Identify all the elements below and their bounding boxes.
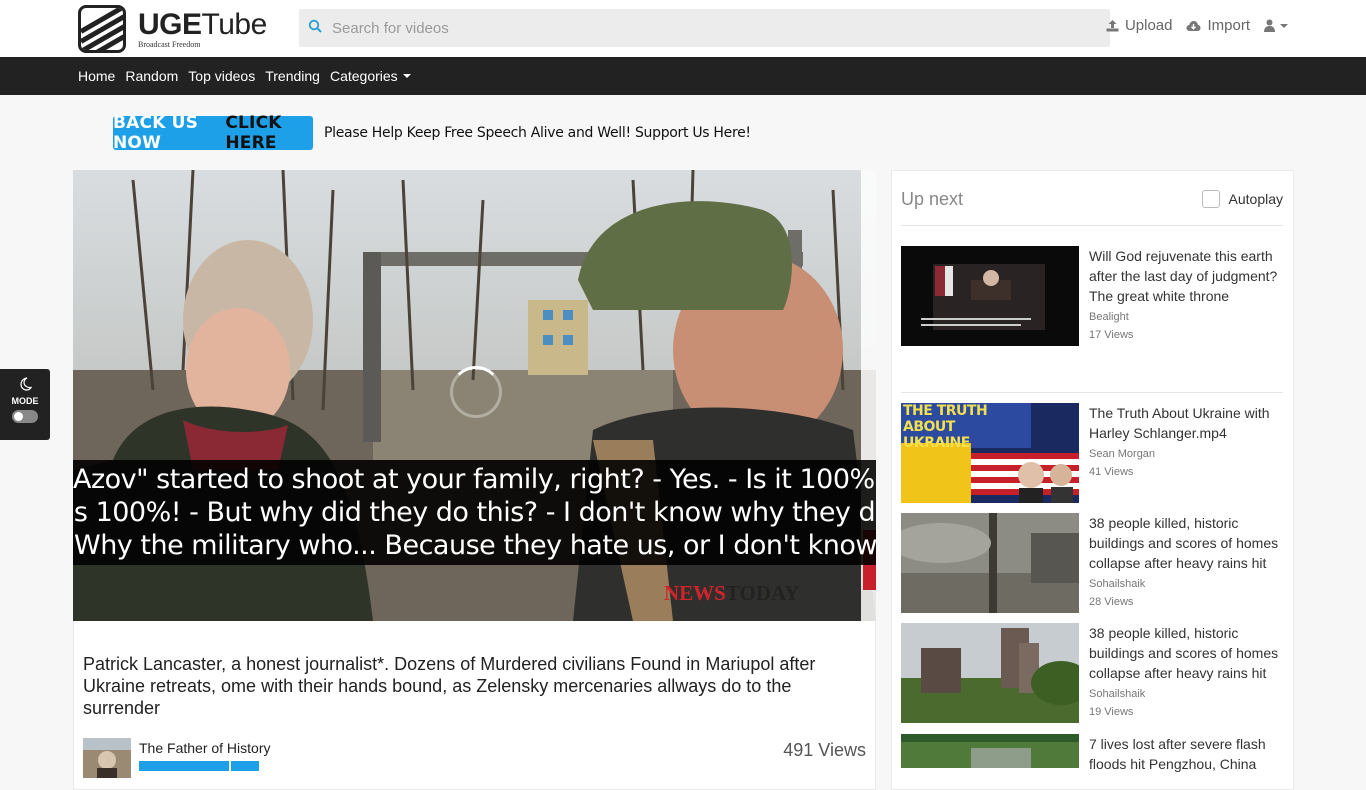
cloud-download-icon [1186,20,1201,31]
news-watermark: NEWSTODAY [664,581,800,605]
autoplay-toggle[interactable]: Autoplay [1201,190,1283,208]
subtitle-line-3: Why the military who... Because they hat… [74,530,876,561]
mode-label: MODE [11,396,39,406]
related-channel[interactable]: Sohailshaik [1089,688,1284,700]
related-video-item[interactable]: 38 people killed, historic buildings and… [901,513,1283,613]
search-bar[interactable] [299,9,1110,47]
related-thumbnail[interactable] [901,513,1079,613]
related-thumbnail[interactable] [901,246,1079,346]
chevron-down-icon [1280,23,1288,28]
related-views: 17 Views [1089,329,1134,341]
subtitle-line-2: 's 100%! - But why did they do this? - I… [73,497,876,528]
related-views: 19 Views [1089,706,1134,718]
related-video-item[interactable]: THE TRUTH ABOUT UKRAINE The Truth About … [901,403,1283,503]
import-button[interactable]: Import [1186,17,1250,34]
nav-categories-label: Categories [329,68,398,84]
autoplay-checkbox[interactable] [1201,190,1220,208]
channel-info: The Father of History [83,738,271,778]
related-title[interactable]: 38 people killed, historic buildings and… [1089,623,1284,683]
nav-trending[interactable]: Trending [265,68,320,84]
divider [901,225,1283,226]
related-thumbnail[interactable] [901,623,1079,723]
subscribe-button[interactable] [139,761,229,771]
logo-tagline: Broadcast Freedom [138,39,201,49]
caret-down-icon [402,74,411,78]
nav-random[interactable]: Random [125,68,178,84]
back-us-label: BACK US NOW [113,113,199,153]
moon-icon [0,377,50,396]
upload-button[interactable]: Upload [1106,17,1173,34]
subtitle-line-1: Azov" started to shoot at your family, r… [73,464,876,495]
search-input[interactable] [330,18,1094,38]
logo-flag-icon [78,5,126,53]
related-video-item[interactable]: 7 lives lost after severe flash floods h… [901,734,1283,772]
search-icon [308,19,328,38]
user-icon [1264,19,1275,32]
channel-avatar[interactable] [83,738,131,778]
nav-home[interactable]: Home [78,68,115,84]
related-thumbnail-caption: THE TRUTH ABOUT UKRAINE [903,403,988,451]
nav-categories[interactable]: Categories [330,68,411,84]
related-title[interactable]: Will God rejuvenate this earth after the… [1089,246,1284,306]
support-banner: BACK US NOW CLICK HERE Please Help Keep F… [113,113,751,153]
upload-icon [1106,20,1119,32]
related-views: 28 Views [1089,596,1134,608]
import-label: Import [1207,17,1250,34]
up-next-heading: Up next [901,189,964,209]
upload-label: Upload [1124,17,1173,34]
subscribe-count-button[interactable] [231,761,259,771]
logo-title: UGETube [138,7,267,41]
click-here-label: CLICK HERE [225,113,282,153]
related-thumbnail[interactable]: THE TRUTH ABOUT UKRAINE [901,403,1079,503]
site-logo[interactable]: UGETube Broadcast Freedom [78,5,267,53]
video-title: Patrick Lancaster, a honest journalist*.… [83,654,816,718]
related-channel[interactable]: Bealight [1089,311,1284,323]
loading-spinner-icon [450,366,502,418]
top-header: UGETube Broadcast Freedom Upload Import [0,0,1366,57]
related-thumbnail[interactable] [901,734,1079,768]
dark-mode-toggle[interactable]: MODE [0,369,50,440]
related-video-item[interactable]: Will God rejuvenate this earth after the… [901,246,1283,356]
divider [901,392,1283,393]
related-views: 41 Views [1089,466,1134,478]
related-title[interactable]: 7 lives lost after severe flash floods h… [1089,734,1284,774]
video-views: 491 Views [783,740,866,760]
autoplay-label: Autoplay [1228,191,1283,207]
related-title[interactable]: 38 people killed, historic buildings and… [1089,513,1284,573]
user-menu[interactable] [1264,19,1288,32]
main-navbar: Home Random Top videos Trending Categori… [0,57,1366,95]
back-us-button[interactable]: BACK US NOW CLICK HERE [113,113,313,153]
related-channel[interactable]: Sohailshaik [1089,578,1284,590]
channel-name[interactable]: The Father of History [139,740,271,756]
related-title[interactable]: The Truth About Ukraine with Harley Schl… [1089,403,1284,443]
related-channel[interactable]: Sean Morgan [1089,448,1284,460]
nav-top-videos[interactable]: Top videos [188,68,255,84]
mode-switch[interactable] [12,410,38,423]
related-video-item[interactable]: 38 people killed, historic buildings and… [901,623,1283,723]
banner-text[interactable]: Please Help Keep Free Speech Alive and W… [324,125,751,141]
